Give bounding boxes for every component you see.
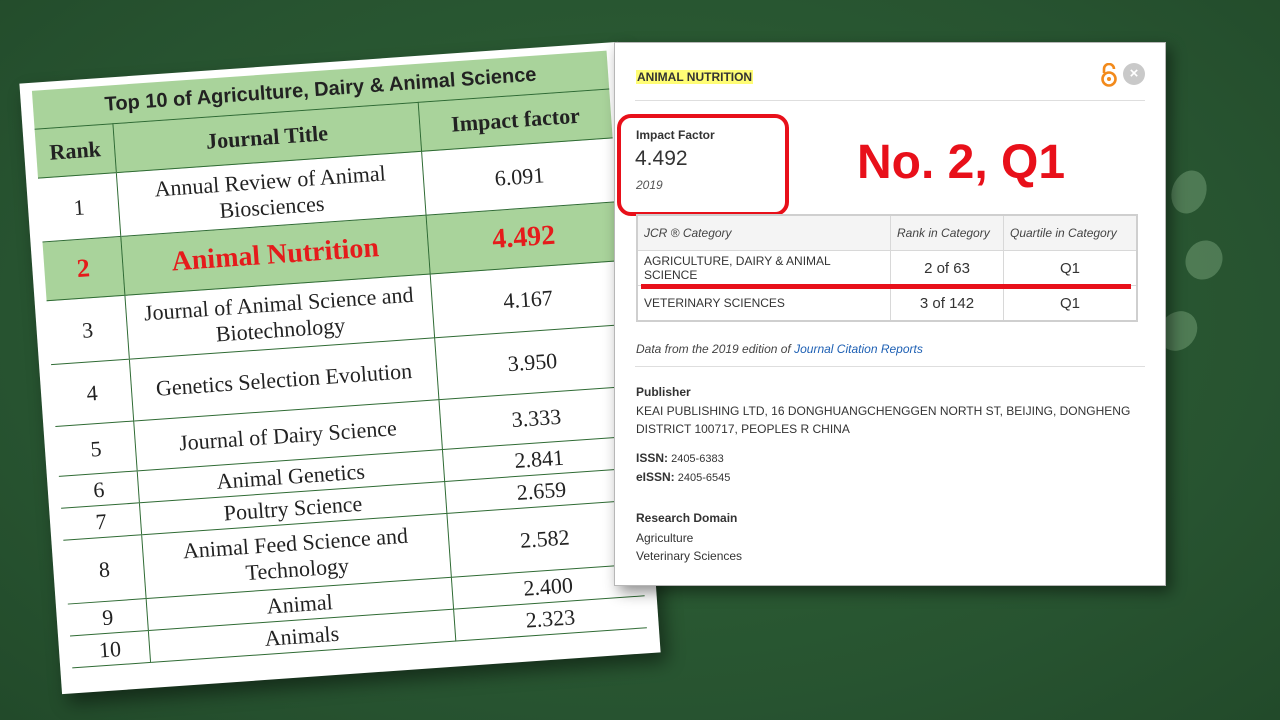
rank-cell: 3	[46, 295, 130, 365]
rank-cell: 2 of 63	[890, 250, 1004, 286]
journal-name: ANIMAL NUTRITION	[636, 70, 754, 84]
issn-block: ISSN: 2405-6383 eISSN: 2405-6545	[636, 449, 730, 487]
issn-value: 2405-6383	[671, 453, 724, 465]
table-row: VETERINARY SCIENCES 3 of 142 Q1	[636, 285, 1138, 322]
rank-cell: 2	[42, 236, 125, 301]
publisher-label: Publisher	[636, 385, 691, 399]
impact-factor-highlight-box	[617, 114, 789, 216]
highlight-underline	[641, 284, 1131, 289]
header-category: JCR ® Category	[636, 214, 891, 251]
publisher-address: KEAI PUBLISHING LTD, 16 DONGHUANGCHENGGE…	[636, 404, 1131, 436]
rank-cell: 5	[55, 421, 138, 477]
header-quartile: Quartile in Category	[1003, 214, 1138, 251]
ranking-table: Top 10 of Agriculture, Dairy & Animal Sc…	[31, 50, 647, 669]
rank-cell: 4	[51, 359, 134, 427]
issn-label: ISSN:	[636, 451, 669, 465]
rank-cell: 10	[70, 630, 151, 668]
rank-cell: 1	[38, 172, 121, 242]
category-cell: AGRICULTURE, DAIRY & ANIMAL SCIENCE	[636, 250, 891, 286]
rank-annotation: No. 2, Q1	[857, 136, 1066, 189]
list-item: Veterinary Sciences	[636, 549, 743, 563]
category-table: JCR ® Category Rank in Category Quartile…	[636, 214, 1138, 322]
eissn-value: 2405-6545	[677, 472, 731, 484]
ranking-table-card: Top 10 of Agriculture, Dairy & Animal Sc…	[19, 41, 661, 695]
data-source-note: Data from the 2019 edition of Journal Ci…	[636, 342, 923, 356]
data-note-text: Data from the 2019 edition of	[636, 342, 795, 356]
divider	[635, 366, 1145, 367]
close-icon[interactable]: ×	[1123, 63, 1145, 85]
list-item: Agriculture	[636, 531, 694, 545]
research-domain-label: Research Domain	[636, 511, 738, 525]
header-rank: Rank	[34, 123, 117, 179]
header-rank-in-category: Rank in Category	[890, 214, 1004, 251]
quartile-cell: Q1	[1003, 285, 1138, 322]
rank-cell: 3 of 142	[890, 285, 1004, 322]
eissn-label: eISSN:	[636, 470, 675, 484]
divider	[635, 100, 1145, 101]
table-row: AGRICULTURE, DAIRY & ANIMAL SCIENCE 2 of…	[636, 250, 1138, 286]
jcr-link[interactable]: Journal Citation Reports	[794, 342, 923, 356]
category-cell: VETERINARY SCIENCES	[636, 285, 891, 322]
research-domain-list: Agriculture Veterinary Sciences	[636, 529, 742, 565]
journal-info-popup: ANIMAL NUTRITION × Impact Factor 4.492 2…	[614, 42, 1166, 586]
open-access-icon[interactable]	[1099, 63, 1119, 87]
quartile-cell: Q1	[1003, 250, 1138, 286]
rank-cell: 8	[63, 534, 146, 605]
